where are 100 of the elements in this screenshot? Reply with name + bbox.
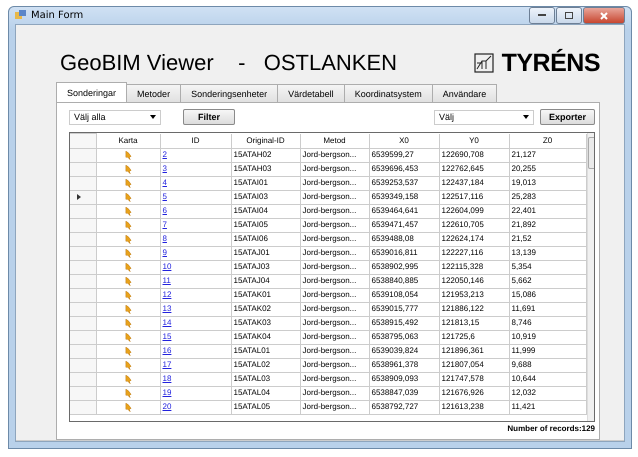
table-cell: 6538915,492 xyxy=(369,316,439,330)
table-cell: 122437,184 xyxy=(439,176,509,190)
pin-icon[interactable] xyxy=(124,262,132,272)
pin-icon[interactable] xyxy=(124,206,132,216)
table-cell: 15ATAL04 xyxy=(231,386,300,400)
id-link[interactable]: 19 xyxy=(162,388,172,397)
id-link[interactable]: 16 xyxy=(162,346,172,355)
id-link[interactable]: 5 xyxy=(162,192,167,201)
table-cell: 21,892 xyxy=(509,218,586,232)
close-button[interactable] xyxy=(583,7,625,24)
app-icon xyxy=(15,10,26,21)
pin-icon[interactable] xyxy=(124,150,132,160)
table-cell: 122762,645 xyxy=(439,162,509,176)
close-icon xyxy=(600,12,608,20)
table-cell: 11,421 xyxy=(509,400,586,414)
pin-icon[interactable] xyxy=(124,402,132,412)
id-link[interactable]: 6 xyxy=(162,206,167,215)
maximize-icon xyxy=(565,12,573,19)
table-cell: 10,919 xyxy=(509,330,586,344)
table-cell: Jord-bergson... xyxy=(300,274,369,288)
id-link[interactable]: 8 xyxy=(162,234,167,243)
caret-icon xyxy=(150,115,156,119)
pin-icon[interactable] xyxy=(124,388,132,398)
tab[interactable]: Användare xyxy=(432,84,498,103)
tab[interactable]: Sonderingar xyxy=(56,82,128,103)
table-cell: 6539488,08 xyxy=(369,232,439,246)
table-cell: 122115,328 xyxy=(439,260,509,274)
pin-icon[interactable] xyxy=(124,178,132,188)
id-link[interactable]: 7 xyxy=(162,220,167,229)
id-link[interactable]: 18 xyxy=(162,374,172,383)
pin-icon[interactable] xyxy=(124,276,132,286)
table-cell: 9,688 xyxy=(509,358,586,372)
table-cell: 122050,146 xyxy=(439,274,509,288)
table-cell: Jord-bergson... xyxy=(300,386,369,400)
table-cell: 122690,708 xyxy=(439,148,509,162)
pin-icon[interactable] xyxy=(124,332,132,342)
column-header[interactable]: Metod xyxy=(300,134,369,148)
id-link[interactable]: 17 xyxy=(162,360,172,369)
id-link[interactable]: 2 xyxy=(162,150,167,159)
table-cell: 121813,15 xyxy=(439,316,509,330)
table-cell: Jord-bergson... xyxy=(300,400,369,414)
id-link[interactable]: 9 xyxy=(162,248,167,257)
column-header[interactable]: X0 xyxy=(369,134,439,148)
id-link[interactable]: 10 xyxy=(162,262,172,271)
pin-icon[interactable] xyxy=(124,234,132,244)
column-header[interactable]: Y0 xyxy=(439,134,509,148)
table-cell: 21,52 xyxy=(509,232,586,246)
filter-dropdown[interactable]: Välj alla xyxy=(69,110,161,124)
tab[interactable]: Metoder xyxy=(126,84,182,103)
table-cell: 121613,238 xyxy=(439,400,509,414)
export-button[interactable]: Exporter xyxy=(540,109,595,125)
pin-icon[interactable] xyxy=(124,164,132,174)
pin-icon[interactable] xyxy=(124,290,132,300)
table-cell: 22,401 xyxy=(509,204,586,218)
minimize-button[interactable] xyxy=(529,7,555,24)
pin-icon[interactable] xyxy=(124,346,132,356)
table-cell: 122227,116 xyxy=(439,246,509,260)
id-link[interactable]: 20 xyxy=(162,402,172,411)
table-cell: 122610,705 xyxy=(439,218,509,232)
id-link[interactable]: 15 xyxy=(162,332,172,341)
column-header[interactable]: Z0 xyxy=(509,134,586,148)
maximize-button[interactable] xyxy=(556,7,582,24)
id-link[interactable]: 11 xyxy=(162,276,171,285)
column-header[interactable]: ID xyxy=(160,134,231,148)
id-link[interactable]: 3 xyxy=(162,164,167,173)
export-dropdown[interactable]: Välj xyxy=(434,110,534,124)
table-cell: 13,139 xyxy=(509,246,586,260)
tab[interactable]: Värdetabell xyxy=(277,84,345,103)
table-cell: 11,691 xyxy=(509,302,586,316)
table-cell: Jord-bergson... xyxy=(300,190,369,204)
column-header[interactable]: Karta xyxy=(96,134,160,148)
tab[interactable]: Koordinatsystem xyxy=(344,84,433,103)
pin-icon[interactable] xyxy=(124,220,132,230)
table-cell: 6539016,811 xyxy=(369,246,439,260)
pin-icon[interactable] xyxy=(124,248,132,258)
table-cell: 15ATAI06 xyxy=(231,232,300,246)
pin-icon[interactable] xyxy=(124,192,132,202)
table-cell: Jord-bergson... xyxy=(300,288,369,302)
table-cell: 121886,122 xyxy=(439,302,509,316)
table-cell: 15ATAK04 xyxy=(231,330,300,344)
table-cell: 15ATAI05 xyxy=(231,218,300,232)
id-link[interactable]: 14 xyxy=(162,318,172,327)
table-cell: 6539471,457 xyxy=(369,218,439,232)
row-header[interactable] xyxy=(70,190,96,204)
pin-icon[interactable] xyxy=(124,360,132,370)
tab[interactable]: Sonderingsenheter xyxy=(180,84,278,103)
column-header[interactable]: Original-ID xyxy=(231,134,300,148)
pin-icon[interactable] xyxy=(124,374,132,384)
table-cell: 6539015,777 xyxy=(369,302,439,316)
table-cell: 15ATAL05 xyxy=(231,400,300,414)
filter-button[interactable]: Filter xyxy=(183,109,236,125)
pin-icon[interactable] xyxy=(124,318,132,328)
row-pointer-icon xyxy=(77,194,81,200)
id-link[interactable]: 13 xyxy=(162,304,172,313)
table-cell: 8,746 xyxy=(509,316,586,330)
table-cell: Jord-bergson... xyxy=(300,358,369,372)
id-link[interactable]: 4 xyxy=(162,178,167,187)
table-cell: Jord-bergson... xyxy=(300,162,369,176)
id-link[interactable]: 12 xyxy=(162,290,172,299)
pin-icon[interactable] xyxy=(124,304,132,314)
